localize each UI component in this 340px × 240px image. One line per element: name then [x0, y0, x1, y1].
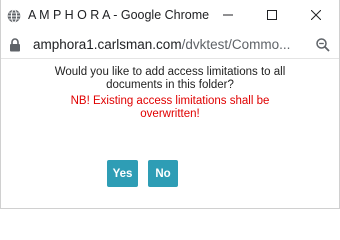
no-button[interactable]: No — [148, 160, 178, 187]
yes-button[interactable]: Yes — [107, 160, 138, 187]
close-icon — [310, 7, 322, 25]
confirm-message: Would you like to add access limitations… — [1, 66, 339, 92]
message-line: Would you like to add access limitations… — [54, 66, 286, 78]
minimize-button[interactable] — [205, 0, 251, 31]
url-path: /dvktest/Commo... — [181, 37, 291, 52]
message-line: documents in this folder? — [106, 79, 234, 91]
zoom-icon[interactable] — [315, 37, 331, 53]
title-bar: A M P H O R A - Google Chrome — [1, 0, 339, 31]
url-host: amphora1.carlsman.com — [33, 37, 182, 52]
close-button[interactable] — [293, 0, 339, 31]
address-bar[interactable]: amphora1.carlsman.com/dvktest/Commo... — [1, 31, 339, 59]
window-title: A M P H O R A - Google Chrome — [28, 8, 210, 22]
warning-message: NB! Existing access limitations shall be… — [1, 95, 339, 121]
warning-line: NB! Existing access limitations shall be — [70, 95, 270, 107]
warning-line: overwritten! — [140, 108, 200, 120]
maximize-button[interactable] — [249, 0, 295, 31]
url-text[interactable]: amphora1.carlsman.com/dvktest/Commo... — [33, 37, 290, 52]
browser-window: A M P H O R A - Google Chrome amphora1.c… — [0, 0, 340, 209]
dialog-content: Would you like to add access limitations… — [1, 60, 339, 209]
maximize-icon — [267, 7, 277, 25]
lock-icon[interactable] — [9, 38, 21, 52]
globe-icon — [7, 9, 21, 23]
minimize-icon — [223, 7, 233, 25]
